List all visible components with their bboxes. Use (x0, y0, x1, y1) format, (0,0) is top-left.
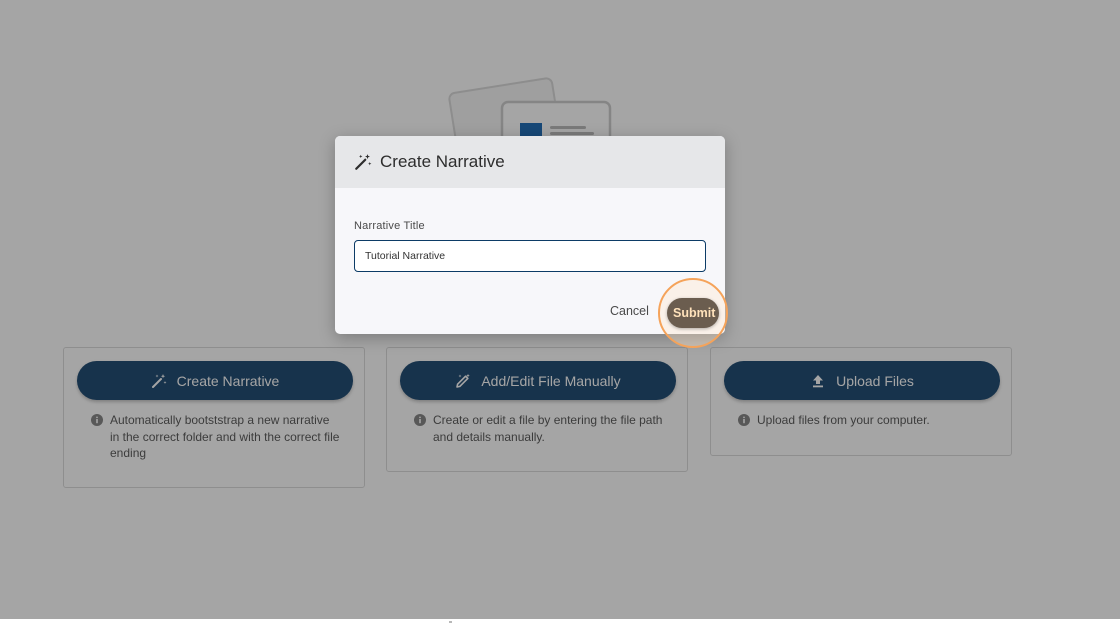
cancel-button[interactable]: Cancel (610, 304, 649, 318)
modal-header: Create Narrative (335, 136, 725, 188)
submit-button[interactable]: Submit (667, 298, 719, 328)
bottom-strip (0, 619, 1120, 626)
bottom-divider (449, 621, 452, 623)
narrative-title-label: Narrative Title (354, 220, 425, 232)
magic-wand-icon (355, 154, 372, 170)
modal-title: Create Narrative (380, 152, 505, 171)
narrative-title-input[interactable] (354, 240, 706, 272)
